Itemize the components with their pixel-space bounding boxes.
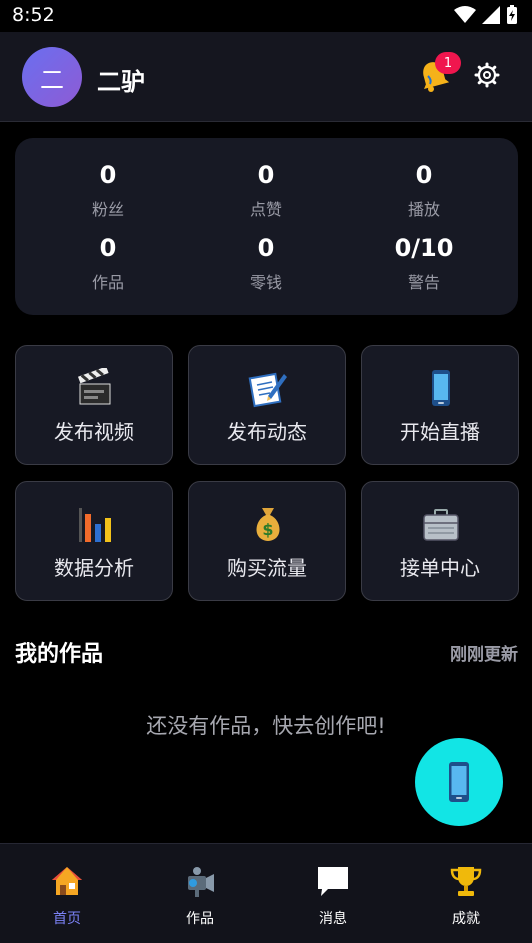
start-live-button[interactable]: 开始直播 bbox=[361, 345, 519, 465]
stat-value: 0 bbox=[257, 161, 275, 189]
battery-icon bbox=[507, 5, 517, 24]
data-analysis-button[interactable]: 数据分析 bbox=[15, 481, 173, 601]
stats-card: 0 粉丝 0 点赞 0 播放 0 作品 0 零钱 0/10 警告 bbox=[15, 138, 518, 315]
tab-messages[interactable]: 消息 bbox=[293, 864, 373, 928]
status-time: 8:52 bbox=[12, 4, 55, 26]
bar-chart-icon bbox=[79, 508, 111, 542]
stat-label: 作品 bbox=[91, 273, 124, 292]
stat-label: 粉丝 bbox=[91, 200, 124, 219]
stat-label: 警告 bbox=[407, 273, 440, 292]
stat-likes[interactable]: 0 点赞 bbox=[211, 160, 321, 220]
mobile-phone-icon bbox=[432, 370, 450, 406]
works-section-title: 我的作品 bbox=[15, 642, 104, 667]
camera-icon bbox=[188, 867, 214, 897]
settings-button[interactable] bbox=[474, 62, 500, 88]
tile-label: 发布视频 bbox=[54, 420, 134, 444]
status-bar: 8:52 bbox=[0, 0, 532, 32]
memo-icon bbox=[248, 372, 287, 408]
svg-text:$: $ bbox=[262, 520, 273, 539]
mobile-phone-icon bbox=[449, 762, 469, 802]
wifi-icon bbox=[454, 6, 476, 23]
stat-value: 0/10 bbox=[394, 234, 454, 262]
stat-value: 0 bbox=[99, 234, 117, 262]
refresh-label[interactable]: 刚刚更新 bbox=[450, 640, 518, 665]
username: 二驴 bbox=[97, 68, 145, 96]
buy-traffic-button[interactable]: $ 购买流量 bbox=[188, 481, 346, 601]
stat-value: 0 bbox=[415, 161, 433, 189]
clapperboard-icon bbox=[78, 368, 111, 405]
tile-label: 发布动态 bbox=[227, 420, 307, 444]
tab-label: 作品 bbox=[186, 911, 214, 927]
tile-label: 开始直播 bbox=[400, 420, 480, 444]
tab-works[interactable]: 作品 bbox=[160, 864, 240, 928]
bottom-tab-bar: 首页 作品 消息 成就 bbox=[0, 843, 532, 943]
stat-plays[interactable]: 0 播放 bbox=[369, 160, 479, 220]
empty-works-text: 还没有作品，快去创作吧! bbox=[146, 714, 386, 738]
tab-label: 首页 bbox=[53, 911, 81, 927]
stat-value: 0 bbox=[257, 234, 275, 262]
stat-works[interactable]: 0 作品 bbox=[53, 233, 163, 293]
stat-label: 播放 bbox=[407, 200, 440, 219]
signal-icon bbox=[482, 6, 500, 24]
trophy-icon bbox=[450, 867, 482, 896]
order-center-button[interactable]: 接单中心 bbox=[361, 481, 519, 601]
tab-label: 成就 bbox=[452, 911, 480, 927]
publish-post-button[interactable]: 发布动态 bbox=[188, 345, 346, 465]
briefcase-icon bbox=[423, 509, 459, 541]
stat-label: 点赞 bbox=[249, 200, 282, 219]
tab-label: 消息 bbox=[319, 911, 347, 927]
stat-fans[interactable]: 0 粉丝 bbox=[53, 160, 163, 220]
tile-label: 购买流量 bbox=[227, 556, 307, 580]
notification-badge: 1 bbox=[435, 52, 461, 74]
go-live-fab[interactable] bbox=[415, 738, 503, 826]
money-bag-icon: $ bbox=[256, 508, 280, 541]
stat-value: 0 bbox=[99, 161, 117, 189]
tab-achievements[interactable]: 成就 bbox=[426, 864, 506, 928]
profile-header: 二 二驴 1 bbox=[0, 32, 532, 122]
tile-label: 数据分析 bbox=[54, 556, 134, 580]
status-icons bbox=[454, 5, 518, 25]
tile-label: 接单中心 bbox=[400, 556, 480, 580]
gear-icon bbox=[474, 62, 500, 88]
stat-label: 零钱 bbox=[249, 273, 282, 292]
avatar[interactable]: 二 bbox=[22, 47, 82, 107]
stat-warnings[interactable]: 0/10 警告 bbox=[369, 233, 479, 293]
tab-home[interactable]: 首页 bbox=[27, 864, 107, 928]
stat-change[interactable]: 0 零钱 bbox=[211, 233, 321, 293]
message-icon bbox=[318, 867, 348, 896]
home-icon bbox=[52, 867, 82, 895]
publish-video-button[interactable]: 发布视频 bbox=[15, 345, 173, 465]
